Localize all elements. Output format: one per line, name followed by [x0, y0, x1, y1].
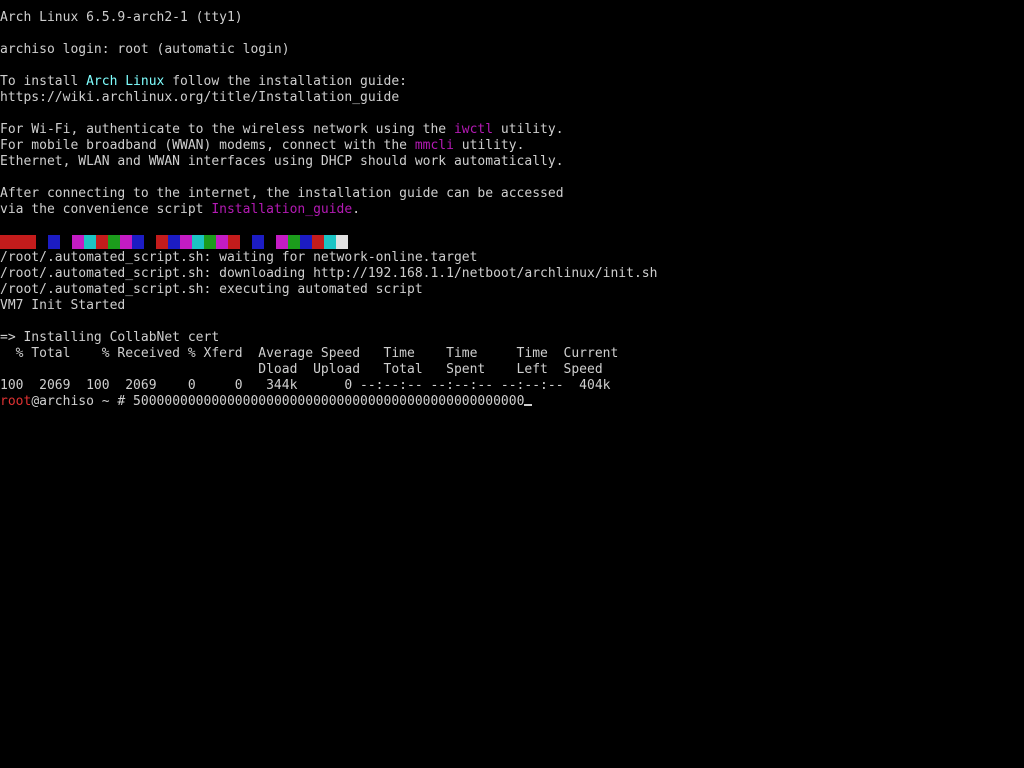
- glitch-color-stripe: [0, 234, 1024, 250]
- stripe-block: [300, 235, 312, 249]
- console-line: Ethernet, WLAN and WWAN interfaces using…: [0, 154, 1024, 170]
- console-text: VM7 Init Started: [0, 298, 126, 313]
- stripe-block: [144, 235, 156, 249]
- console-line: https://wiki.archlinux.org/title/Install…: [0, 90, 1024, 106]
- stripe-block: [312, 235, 324, 249]
- console-text: https://wiki.archlinux.org/title/Install…: [0, 90, 400, 105]
- console-line: For mobile broadband (WWAN) modems, conn…: [0, 138, 1024, 154]
- shell-prompt-line: root@archiso ~ # 50000000000000000000000…: [0, 394, 1024, 410]
- console-text: /root/.automated_script.sh: downloading …: [0, 266, 658, 281]
- stripe-block: [168, 235, 180, 249]
- stripe-block: [216, 235, 228, 249]
- stripe-block: [84, 235, 96, 249]
- stripe-block: [192, 235, 204, 249]
- console-line: After connecting to the internet, the in…: [0, 186, 1024, 202]
- stripe-block: [204, 235, 216, 249]
- console-text: 100 2069 100 2069 0 0 344k 0 --:--:-- --…: [0, 378, 611, 393]
- stripe-block: [276, 235, 288, 249]
- console-text: /root/.automated_script.sh: waiting for …: [0, 250, 478, 265]
- console-text: Dload Upload Total Spent Left Speed: [0, 362, 603, 377]
- stripe-block: [336, 235, 348, 249]
- console-line: 100 2069 100 2069 0 0 344k 0 --:--:-- --…: [0, 378, 1024, 394]
- stripe-block: [0, 235, 36, 249]
- console-text: Arch Linux 6.5.9-arch2-1 (tty1): [0, 10, 243, 25]
- highlighted-text: Installation_guide: [211, 202, 353, 217]
- console-text: @archiso ~ # 500000000000000000000000000…: [31, 394, 525, 409]
- highlighted-text: root: [0, 394, 32, 409]
- stripe-block: [156, 235, 168, 249]
- console-line: Dload Upload Total Spent Left Speed: [0, 362, 1024, 378]
- console-line: % Total % Received % Xferd Average Speed…: [0, 346, 1024, 362]
- stripe-block: [96, 235, 108, 249]
- stripe-block: [108, 235, 120, 249]
- stripe-block: [48, 235, 60, 249]
- stripe-block: [120, 235, 132, 249]
- console-line: /root/.automated_script.sh: executing au…: [0, 282, 1024, 298]
- console-text: /root/.automated_script.sh: executing au…: [0, 282, 423, 297]
- console-text: % Total % Received % Xferd Average Speed…: [0, 346, 619, 361]
- console-text: archiso login: root (automatic login): [0, 42, 290, 57]
- console-text: via the convenience script: [0, 202, 212, 217]
- stripe-block: [36, 235, 48, 249]
- console-line: /root/.automated_script.sh: downloading …: [0, 266, 1024, 282]
- stripe-block: [324, 235, 336, 249]
- text-cursor: [524, 404, 533, 406]
- console-line: => Installing CollabNet cert: [0, 330, 1024, 346]
- stripe-block: [72, 235, 84, 249]
- stripe-block: [132, 235, 144, 249]
- console-text: utility.: [493, 122, 564, 137]
- stripe-block: [228, 235, 240, 249]
- highlighted-text: mmcli: [414, 138, 454, 153]
- stripe-block: [288, 235, 300, 249]
- stripe-block: [252, 235, 264, 249]
- console-line: To install Arch Linux follow the install…: [0, 74, 1024, 90]
- console-text: => Installing CollabNet cert: [0, 330, 220, 345]
- console-line: For Wi-Fi, authenticate to the wireless …: [0, 122, 1024, 138]
- stripe-block: [180, 235, 192, 249]
- console-text: utility.: [453, 138, 525, 153]
- console-text: After connecting to the internet, the in…: [0, 186, 564, 201]
- console-line: VM7 Init Started: [0, 298, 1024, 314]
- console-text: For Wi-Fi, authenticate to the wireless …: [0, 122, 454, 137]
- console-line: /root/.automated_script.sh: waiting for …: [0, 250, 1024, 266]
- stripe-block: [264, 235, 276, 249]
- highlighted-text: iwctl: [453, 122, 494, 137]
- console-text: Ethernet, WLAN and WWAN interfaces using…: [0, 154, 564, 169]
- stripe-block: [60, 235, 72, 249]
- console-text: .: [352, 202, 361, 217]
- console-text: follow the installation guide:: [164, 74, 408, 89]
- console-line: archiso login: root (automatic login): [0, 42, 1024, 58]
- console-line: via the convenience script Installation_…: [0, 202, 1024, 218]
- console-text: For mobile broadband (WWAN) modems, conn…: [0, 138, 415, 153]
- console-text: To install: [0, 74, 87, 89]
- highlighted-text: Arch Linux: [86, 74, 165, 89]
- tty-console[interactable]: Arch Linux 6.5.9-arch2-1 (tty1) archiso l…: [0, 10, 1024, 768]
- stripe-block: [240, 235, 252, 249]
- console-line: Arch Linux 6.5.9-arch2-1 (tty1): [0, 10, 1024, 26]
